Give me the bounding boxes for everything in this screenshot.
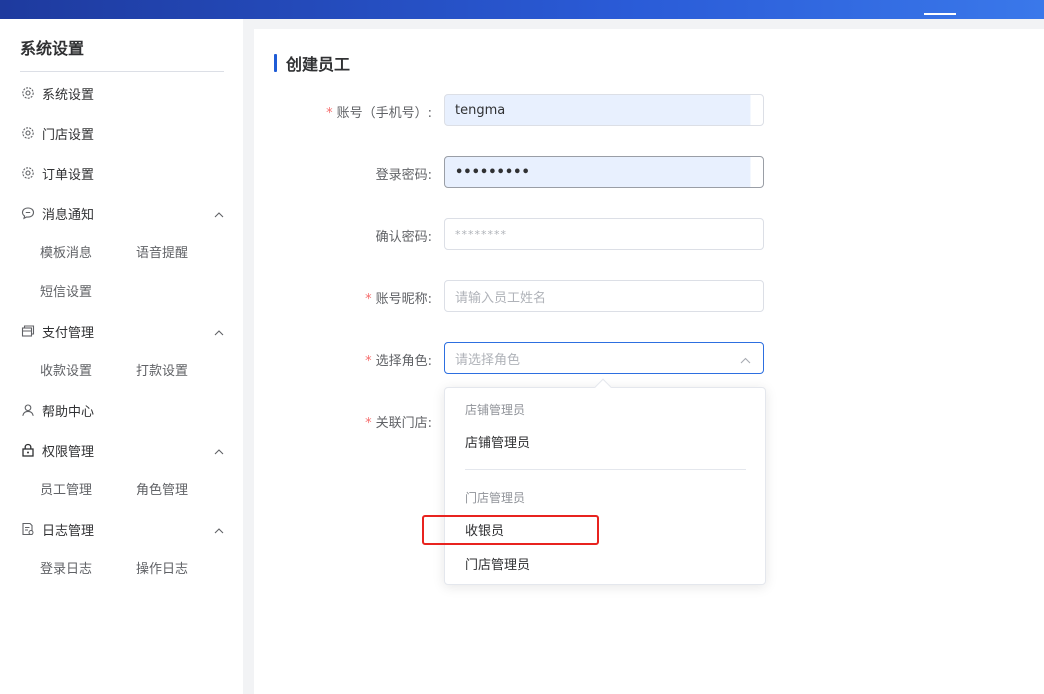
required-mark: * — [365, 354, 372, 369]
nickname-input[interactable]: 请输入员工姓名 — [444, 280, 764, 312]
nickname-label-text: 账号昵称: — [375, 292, 432, 307]
sidebar-subitem-collection-settings[interactable]: 收款设置 — [40, 360, 92, 379]
sidebar-subitem-sms-settings[interactable]: 短信设置 — [40, 281, 92, 300]
sidebar-subitem-operation-log[interactable]: 操作日志 — [136, 558, 188, 577]
dropdown-caret — [594, 378, 612, 396]
title-accent-bar — [274, 54, 277, 72]
confirm-password-label: 确认密码: — [376, 226, 432, 245]
nickname-label: * 账号昵称: — [365, 288, 432, 307]
sidebar-item-help-center[interactable]: 帮助中心 — [20, 399, 230, 421]
sidebar-title: 系统设置 — [20, 39, 85, 58]
sidebar-item-label: 订单设置 — [42, 167, 95, 183]
sidebar-item-order-settings[interactable]: 订单设置 — [20, 162, 230, 184]
sidebar-item-label: 门店设置 — [42, 127, 95, 143]
message-icon — [20, 206, 35, 221]
annotation-highlight-box — [422, 515, 599, 545]
chevron-up-icon — [214, 444, 224, 459]
store-label-text: 关联门店: — [375, 416, 432, 431]
sidebar-item-message-notification[interactable]: 消息通知 — [20, 202, 230, 224]
form-row-account: * 账号（手机号）: tengma — [254, 94, 1044, 126]
password-label-text: 登录密码: — [375, 168, 432, 183]
page-title-text: 创建员工 — [286, 55, 351, 74]
gear-icon — [20, 86, 35, 101]
required-mark: * — [365, 292, 372, 307]
nickname-placeholder: 请输入员工姓名 — [455, 290, 547, 306]
sidebar-item-label: 日志管理 — [42, 523, 95, 539]
store-label: * 关联门店: — [365, 412, 432, 431]
dropdown-group-label: 门店管理员 — [465, 491, 526, 505]
account-input-value: tengma — [455, 102, 506, 118]
form-row-confirm-password: 确认密码: ******** — [254, 218, 1044, 250]
top-header — [0, 0, 1044, 19]
dropdown-divider — [465, 469, 746, 470]
sidebar-subitem-login-log[interactable]: 登录日志 — [40, 558, 92, 577]
sidebar-subitem-voice-reminder[interactable]: 语音提醒 — [136, 242, 188, 261]
main-content: 创建员工 * 账号（手机号）: tengma 登录密码: ••••••••• 确认… — [254, 29, 1044, 694]
sidebar-subitem-role-management[interactable]: 角色管理 — [136, 479, 188, 498]
sidebar-item-payment-management[interactable]: 支付管理 — [20, 320, 230, 342]
confirm-password-input[interactable]: ******** — [444, 218, 764, 250]
menu-toggle-icon[interactable] — [924, 13, 956, 15]
gear-icon — [20, 126, 35, 141]
sidebar-item-permission-management[interactable]: 权限管理 — [20, 439, 230, 461]
sidebar-item-label: 权限管理 — [42, 444, 95, 460]
dropdown-option-shop-admin[interactable]: 店铺管理员 — [465, 432, 530, 451]
dropdown-group-label: 店铺管理员 — [465, 403, 526, 417]
sidebar-item-label: 支付管理 — [42, 325, 95, 341]
sidebar-divider — [20, 71, 224, 72]
form-row-password: 登录密码: ••••••••• — [254, 156, 1044, 188]
page-title: 创建员工 — [274, 51, 350, 75]
required-mark: * — [326, 106, 333, 121]
confirm-password-placeholder: ******** — [455, 227, 507, 241]
sidebar-item-log-management[interactable]: 日志管理 — [20, 518, 230, 540]
form-row-role: * 选择角色: 请选择角色 — [254, 342, 1044, 374]
required-mark: * — [365, 416, 372, 431]
role-label-text: 选择角色: — [375, 354, 432, 369]
account-input[interactable]: tengma — [444, 94, 764, 126]
sidebar-item-label: 消息通知 — [42, 207, 95, 223]
sidebar-subitem-payout-settings[interactable]: 打款设置 — [136, 360, 188, 379]
sidebar-subitem-template-message[interactable]: 模板消息 — [40, 242, 92, 261]
sidebar-item-store-settings[interactable]: 门店设置 — [20, 122, 230, 144]
chevron-up-icon — [214, 207, 224, 222]
sidebar: 系统设置 系统设置 门店设置 订单设置 消息通知 模板消息 语音提醒 短信设置 — [0, 19, 243, 694]
log-icon — [20, 522, 35, 537]
role-select[interactable]: 请选择角色 — [444, 342, 764, 374]
lock-icon — [20, 443, 35, 458]
account-label: * 账号（手机号）: — [326, 102, 432, 121]
role-label: * 选择角色: — [365, 350, 432, 369]
role-dropdown: 店铺管理员 店铺管理员 门店管理员 收银员 门店管理员 — [444, 378, 766, 585]
dropdown-option-store-admin[interactable]: 门店管理员 — [465, 554, 530, 573]
chevron-up-icon — [740, 353, 751, 368]
sidebar-item-system-settings[interactable]: 系统设置 — [20, 82, 230, 104]
sidebar-item-label: 系统设置 — [42, 87, 95, 103]
card-icon — [20, 324, 35, 339]
sidebar-subitem-staff-management[interactable]: 员工管理 — [40, 479, 92, 498]
account-label-text: 账号（手机号）: — [336, 106, 432, 121]
form-row-nickname: * 账号昵称: 请输入员工姓名 — [254, 280, 1044, 312]
role-select-placeholder: 请选择角色 — [455, 352, 521, 368]
password-input-value: ••••••••• — [455, 164, 530, 180]
confirm-password-label-text: 确认密码: — [375, 230, 432, 245]
user-icon — [20, 403, 35, 418]
chevron-up-icon — [214, 523, 224, 538]
password-input[interactable]: ••••••••• — [444, 156, 764, 188]
gear-icon — [20, 166, 35, 181]
chevron-up-icon — [214, 325, 224, 340]
sidebar-item-label: 帮助中心 — [42, 404, 95, 420]
password-label: 登录密码: — [376, 164, 432, 183]
